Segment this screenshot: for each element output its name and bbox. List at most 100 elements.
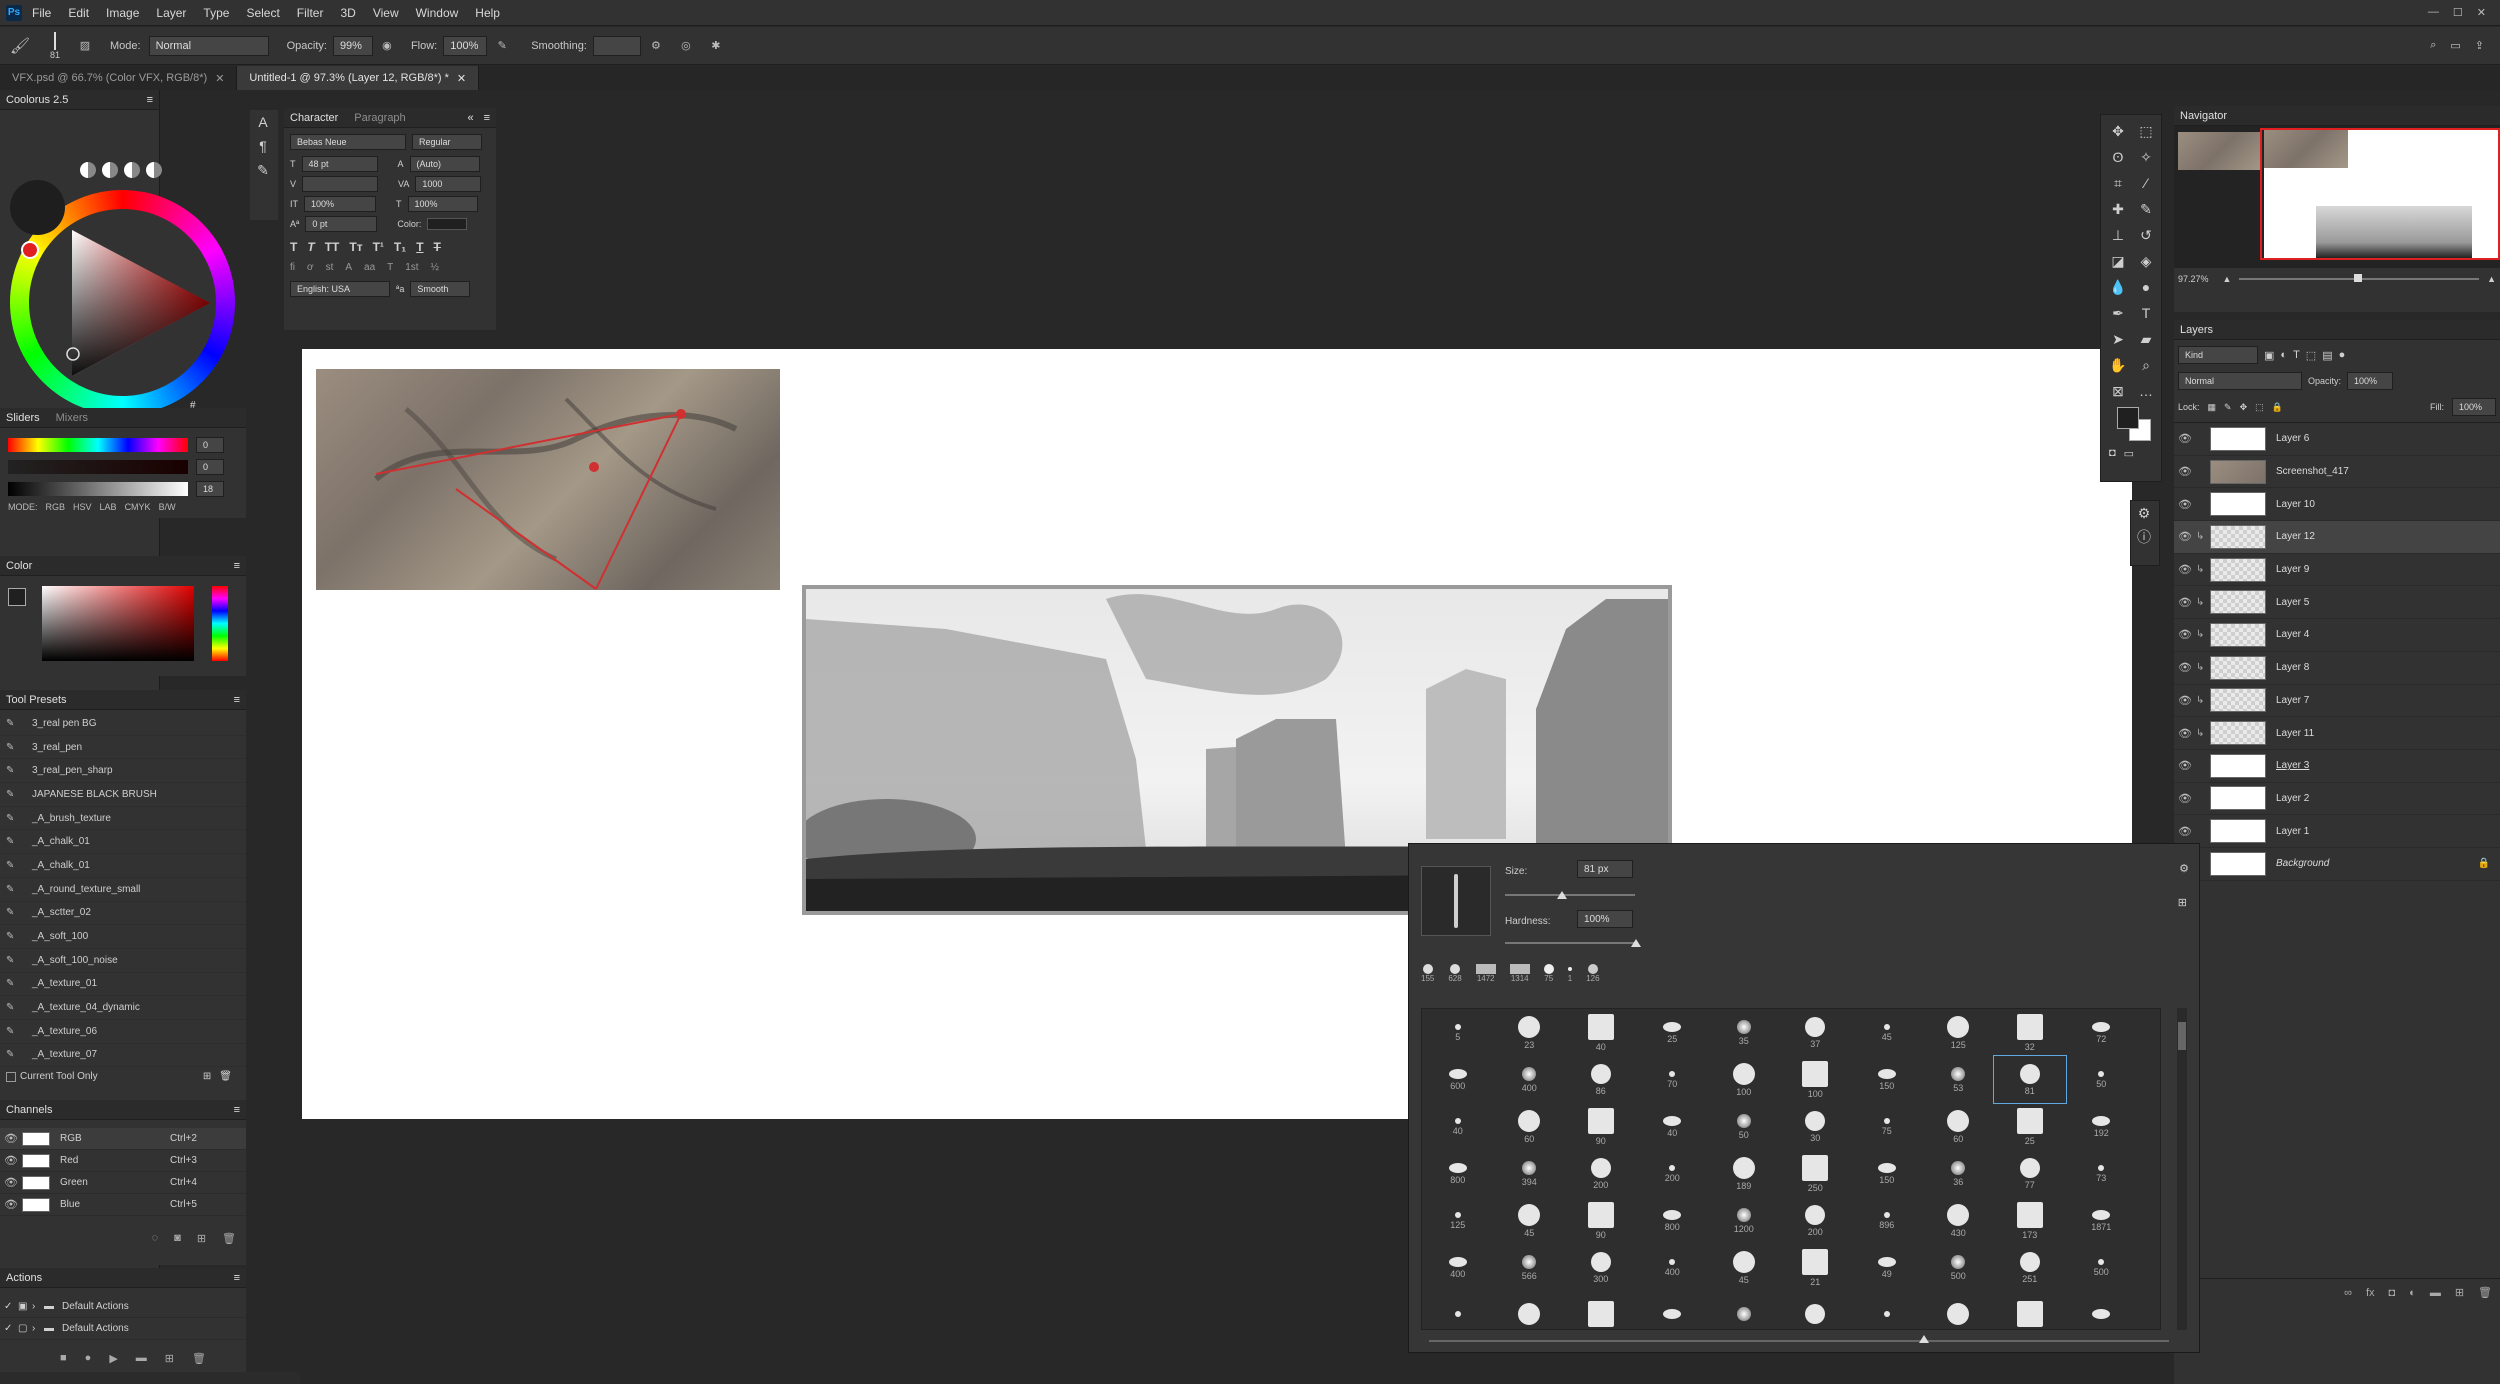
brush-preset-picker[interactable]: 81 <box>40 31 70 60</box>
brush-cell[interactable]: 300 <box>1565 1244 1637 1291</box>
filter-pixel-icon[interactable]: ▣ <box>2264 349 2274 362</box>
new-action-icon[interactable]: ⊞ <box>165 1352 174 1365</box>
trash-icon[interactable]: 🗑 <box>219 1071 232 1082</box>
brush-cell[interactable]: 60 <box>1494 1103 1566 1150</box>
new-layer-icon[interactable]: ⊞ <box>2455 1286 2464 1299</box>
zoom-tool-icon[interactable]: ⌕ <box>2133 353 2159 377</box>
filter-type-icon[interactable]: T <box>2293 349 2300 361</box>
quick-mask-icon[interactable]: ◘ <box>2109 447 2116 460</box>
tab-mixers[interactable]: Mixers <box>56 412 88 424</box>
list-item[interactable]: ✎ _A_soft_100 <box>0 925 246 949</box>
swash-button[interactable]: st <box>326 262 334 273</box>
collapse-icon[interactable]: « <box>467 112 473 124</box>
action-set-row[interactable]: ✓ ▣ › ▬ Default Actions <box>0 1296 246 1318</box>
subscript-button[interactable]: T₁ <box>394 240 406 254</box>
recent-brush[interactable]: 75 <box>1543 964 1554 983</box>
tracking-field[interactable]: 1000 <box>415 176 482 192</box>
saturation-value[interactable]: 0 <box>196 459 224 475</box>
brush-cell[interactable]: 60 <box>1923 1103 1995 1150</box>
workspace-icon[interactable]: ▭ <box>2450 39 2460 52</box>
brush-cell[interactable]: 49 <box>1851 1244 1923 1291</box>
preset-dot[interactable] <box>80 162 96 178</box>
new-preset-icon[interactable]: ⊞ <box>203 1071 211 1082</box>
eye-icon[interactable]: 👁 <box>2174 694 2196 707</box>
character-panel-icon[interactable]: A <box>250 110 276 134</box>
shape-tool-icon[interactable]: ▰ <box>2133 327 2159 351</box>
reference-photo[interactable] <box>316 369 780 590</box>
ordinals-button[interactable]: T <box>387 262 393 273</box>
brush-tool-icon[interactable]: ✎ <box>2133 197 2159 221</box>
brush-cell[interactable]: 896 <box>1851 1197 1923 1244</box>
brush-cell[interactable] <box>1494 1291 1566 1329</box>
brush-grid-scrollbar[interactable] <box>2177 1008 2187 1330</box>
brush-cell[interactable]: 5 <box>1422 1009 1494 1056</box>
preset-dot[interactable] <box>146 162 162 178</box>
opacity-field[interactable]: 99% <box>332 35 373 56</box>
lock-artboard-icon[interactable]: ⬚ <box>2255 402 2264 413</box>
underline-button[interactable]: T <box>416 240 423 254</box>
search-icon[interactable]: ⌕ <box>2430 39 2436 52</box>
superscript-button[interactable]: T¹ <box>373 240 384 254</box>
layer-row[interactable]: 👁 ↳ Layer 7 <box>2174 685 2500 718</box>
brush-cell[interactable]: 40 <box>1422 1103 1494 1150</box>
history-brush-icon[interactable]: ↺ <box>2133 223 2159 247</box>
magic-wand-tool-icon[interactable]: ✧ <box>2133 145 2159 169</box>
panel-menu-icon[interactable]: ≡ <box>234 1272 240 1284</box>
folder-icon[interactable]: ▬ <box>136 1352 147 1365</box>
smoothing-gear-icon[interactable]: ⚙ <box>641 39 671 52</box>
list-item[interactable]: ✎ 3_real_pen <box>0 736 246 760</box>
brush-cell[interactable]: 40 <box>1565 1009 1637 1056</box>
layer-row[interactable]: 👁 Layer 6 <box>2174 423 2500 456</box>
brush-cell[interactable]: 189 <box>1708 1150 1780 1197</box>
hand-tool-icon[interactable]: ✋ <box>2105 353 2131 377</box>
tab-vfx[interactable]: VFX.psd @ 66.7% (Color VFX, RGB/8*) ✕ <box>0 66 238 90</box>
brush-cell[interactable]: 72 <box>2066 1009 2138 1056</box>
list-item[interactable]: ✎ _A_texture_07 <box>0 1044 246 1068</box>
list-item[interactable]: ✎ _A_chalk_01 <box>0 854 246 878</box>
eye-icon[interactable]: 👁 <box>2174 563 2196 576</box>
recent-brush[interactable]: 1472 <box>1475 964 1496 983</box>
list-item[interactable]: ✎ _A_round_texture_small <box>0 878 246 902</box>
all-caps-button[interactable]: TT <box>325 240 340 254</box>
layer-row[interactable]: 👁 Screenshot_417 <box>2174 456 2500 489</box>
trash-icon[interactable]: 🗑 <box>2478 1286 2492 1299</box>
mode-rgb[interactable]: RGB <box>46 502 66 512</box>
brush-cell[interactable]: 40 <box>1637 1103 1709 1150</box>
layer-row[interactable]: 👁 ↳ Layer 12 <box>2174 521 2500 554</box>
brush-cell[interactable]: 45 <box>1494 1197 1566 1244</box>
mode-select[interactable]: Normal <box>148 35 269 56</box>
layer-row[interactable]: 👁 ↳ Layer 4 <box>2174 619 2500 652</box>
chevron-right-icon[interactable]: › <box>32 1323 44 1334</box>
recent-brush[interactable]: 1314 <box>1509 964 1530 983</box>
list-item[interactable]: ✎ _A_texture_06 <box>0 1020 246 1044</box>
fill-field[interactable]: 100% <box>2452 398 2496 416</box>
info-icon[interactable]: ⓘ <box>2131 525 2157 549</box>
menu-layer[interactable]: Layer <box>156 6 186 20</box>
strikethrough-button[interactable]: T <box>434 240 441 254</box>
minimize-icon[interactable]: — <box>2428 6 2439 19</box>
navigator-preview[interactable] <box>2174 126 2500 268</box>
brush-cell[interactable]: 45 <box>1851 1009 1923 1056</box>
brush-cell[interactable]: 32 <box>1994 1009 2066 1056</box>
zoom-in-icon[interactable]: ▲ <box>2487 274 2496 284</box>
brush-cell[interactable]: 150 <box>1851 1056 1923 1103</box>
panel-menu-icon[interactable]: ≡ <box>147 94 153 106</box>
eye-icon[interactable]: 👁 <box>2174 498 2196 511</box>
more-tools-icon[interactable]: … <box>2133 379 2159 403</box>
stylistic-button[interactable]: A <box>345 262 352 273</box>
scrollbar-thumb[interactable] <box>2178 1022 2186 1050</box>
recent-brush[interactable]: 126 <box>1586 964 1600 983</box>
brush-cell[interactable]: 192 <box>2066 1103 2138 1150</box>
brush-cell[interactable]: 250 <box>1780 1150 1852 1197</box>
brightness-slider[interactable] <box>8 482 188 496</box>
filter-toggle-icon[interactable]: ● <box>2339 349 2346 361</box>
brush-cell[interactable]: 53 <box>1923 1056 1995 1103</box>
hardness-field[interactable]: 100% <box>1577 910 1633 928</box>
text-color-swatch[interactable] <box>427 218 468 230</box>
brightness-value[interactable]: 18 <box>196 481 224 497</box>
trash-icon[interactable]: 🗑 <box>222 1232 236 1245</box>
eye-icon[interactable]: 👁 <box>2174 792 2196 805</box>
brush-cell[interactable]: 251 <box>1994 1244 2066 1291</box>
contextual-button[interactable]: 1st <box>405 262 418 273</box>
faux-bold-button[interactable]: T <box>290 240 297 254</box>
